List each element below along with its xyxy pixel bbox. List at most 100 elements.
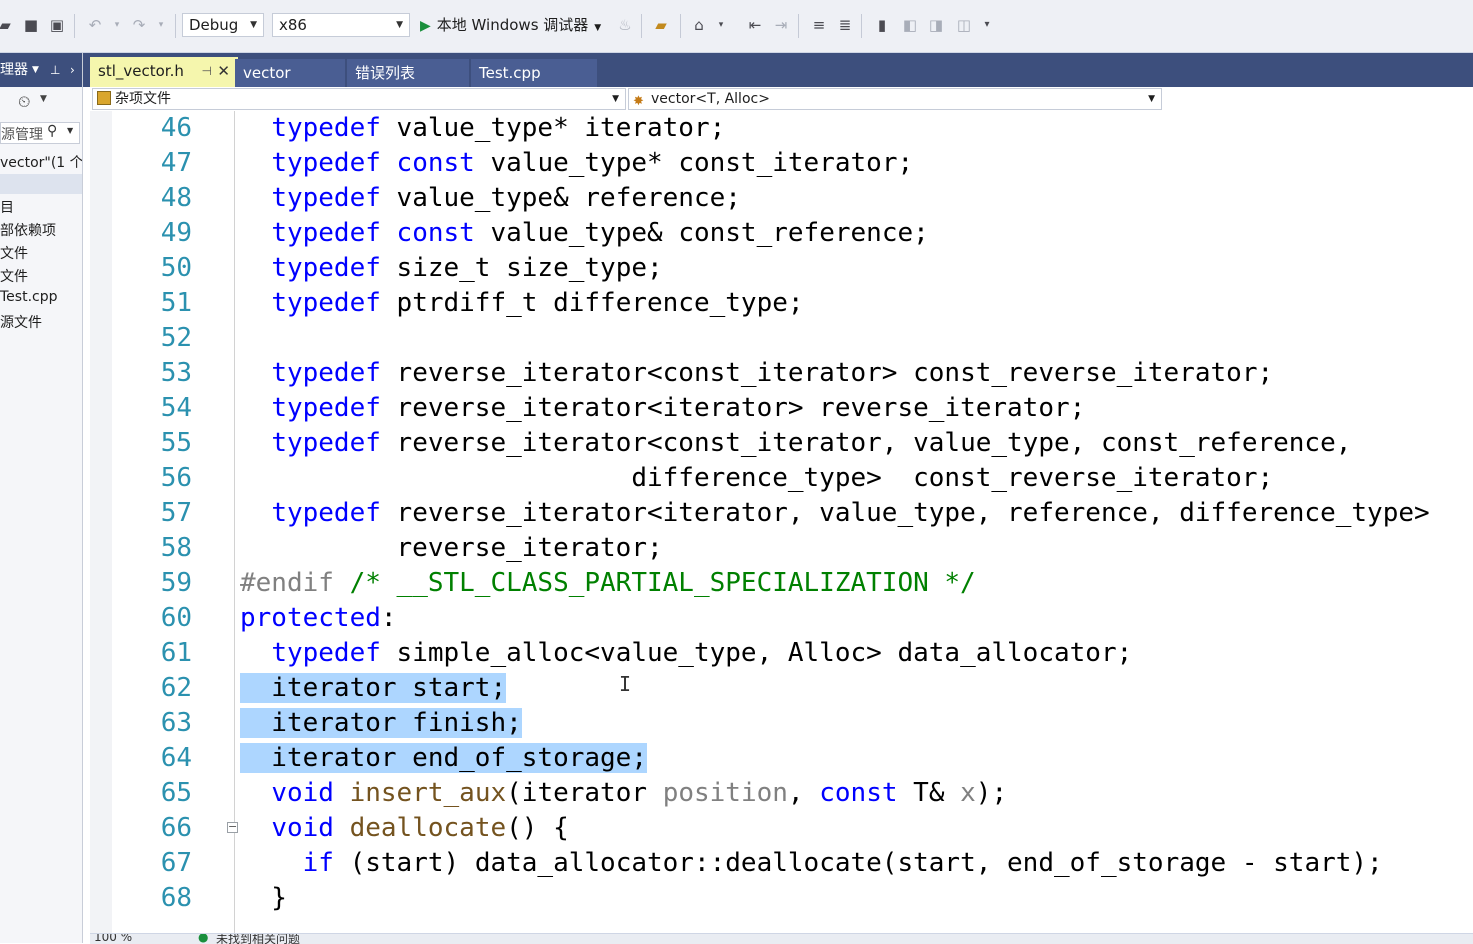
chevron-down-icon[interactable]: ▾ — [710, 14, 732, 36]
code-line[interactable]: 60 protected: — [112, 601, 1473, 636]
toolbar-separator — [798, 14, 799, 38]
chevron-down-icon: ▼ — [612, 94, 619, 104]
redo-dropdown-icon[interactable]: ▾ — [150, 14, 172, 36]
code-line[interactable]: 62 iterator start; — [112, 671, 1473, 706]
issues-status[interactable]: 未找到相关问题 — [216, 934, 300, 944]
code-line[interactable]: 61 typedef simple_alloc<value_type, Allo… — [112, 636, 1473, 671]
line-number: 64 — [160, 743, 192, 773]
chevron-down-icon: ▼ — [396, 20, 403, 30]
tab-vector[interactable]: vector — [235, 59, 345, 87]
redo-icon[interactable]: ↷ — [128, 14, 150, 36]
code-line[interactable]: 47 typedef const value_type* const_itera… — [112, 146, 1473, 181]
history-icon[interactable]: ⏲ — [18, 92, 30, 112]
platform-value: x86 — [279, 16, 307, 34]
tab-stl-vector-h[interactable]: stl_vector.h ⊣ ✕ — [90, 57, 238, 87]
code-line[interactable]: 57 typedef reverse_iterator<iterator, va… — [112, 496, 1473, 531]
code-line[interactable]: 52 — [112, 321, 1473, 356]
tree-item[interactable]: 目 — [0, 197, 82, 217]
code-line[interactable]: 58 reverse_iterator; — [112, 531, 1473, 566]
tab-test-cpp[interactable]: Test.cpp — [471, 59, 597, 87]
tree-item[interactable]: 源文件 — [0, 312, 82, 332]
keyword-token: protected — [240, 603, 381, 633]
code-line[interactable]: 48 typedef value_type& reference; — [112, 181, 1473, 216]
code-line[interactable]: 49 typedef const value_type& const_refer… — [112, 216, 1473, 251]
code-token: () { — [506, 813, 569, 843]
home-icon[interactable]: ⌂ — [688, 14, 710, 36]
start-debugger-button[interactable]: ▶ 本地 Windows 调试器 ▼ — [420, 13, 601, 37]
tree-item-solution[interactable]: vector"(1 个 — [0, 152, 82, 172]
code-line[interactable]: 56 difference_type> const_reverse_iterat… — [112, 461, 1473, 496]
panel-title: 理器 — [0, 62, 28, 78]
code-line[interactable]: 59 #endif /* __STL_CLASS_PARTIAL_SPECIALI… — [112, 566, 1473, 601]
code-line[interactable]: 46 typedef value_type* iterator; — [112, 111, 1473, 146]
member-dropdown[interactable]: ✸ vector<T, Alloc> ▼ — [628, 88, 1162, 110]
chevron-right-icon[interactable]: › — [70, 53, 75, 87]
tree-item[interactable]: 文件 — [0, 243, 82, 263]
line-number: 59 — [160, 568, 192, 598]
line-source: typedef simple_alloc<value_type, Alloc> … — [240, 636, 1132, 671]
tab-label: 错误列表 — [355, 64, 416, 82]
selected-text: iterator end_of_storage; — [240, 743, 647, 773]
save-all-icon[interactable]: ▣ — [46, 14, 68, 36]
line-source: iterator end_of_storage; — [240, 741, 647, 776]
indent-icon[interactable]: ≡ — [808, 14, 830, 36]
code-line[interactable]: 63 iterator finish; — [112, 706, 1473, 741]
line-source: #endif /* __STL_CLASS_PARTIAL_SPECIALIZA… — [240, 566, 976, 601]
code-token: (iterator — [506, 778, 663, 808]
line-source: } — [240, 881, 287, 916]
undo-icon[interactable]: ↶ — [84, 14, 106, 36]
code-line[interactable]: 51 typedef ptrdiff_t difference_type; — [112, 286, 1473, 321]
search-box[interactable]: 源管理 ⚲ ▼ — [0, 122, 80, 144]
step-back-icon[interactable]: ⇥ — [770, 14, 792, 36]
config-dropdown[interactable]: Debug ▼ — [182, 13, 264, 37]
chevron-down-icon[interactable]: ▼ — [32, 53, 39, 87]
folder-find-icon[interactable]: ▰ — [650, 14, 672, 36]
code-line[interactable]: 67 if (start) data_allocator::deallocate… — [112, 846, 1473, 881]
prev-bookmark-icon[interactable]: ◧ — [899, 14, 921, 36]
undo-dropdown-icon[interactable]: ▾ — [106, 14, 128, 36]
tree-item[interactable]: 文件 — [0, 266, 82, 286]
platform-dropdown[interactable]: x86 ▼ — [272, 13, 410, 37]
code-line[interactable]: 54 typedef reverse_iterator<iterator> re… — [112, 391, 1473, 426]
keyword-token: typedef — [271, 498, 381, 528]
toolbar: ▰ ■ ▣ ↶ ▾ ↷ ▾ Debug ▼ x86 ▼ ▶ 本地 Windows … — [0, 0, 1473, 53]
close-icon[interactable]: ✕ — [217, 57, 230, 85]
tree-item[interactable]: 部依赖项 — [0, 220, 82, 240]
clear-bookmark-icon[interactable]: ◫ — [953, 14, 975, 36]
zoom-level[interactable]: 100 % — [94, 934, 132, 944]
code-line[interactable]: 50 typedef size_t size_type; — [112, 251, 1473, 286]
tab-label: Test.cpp — [479, 64, 541, 82]
code-line[interactable]: 53 typedef reverse_iterator<const_iterat… — [112, 356, 1473, 391]
step-icon[interactable]: ⇤ — [744, 14, 766, 36]
code-line[interactable]: 65 void insert_aux(iterator position, co… — [112, 776, 1473, 811]
chevron-down-icon[interactable]: ▼ — [40, 94, 47, 104]
keyword-token: const — [396, 218, 475, 248]
code-token: difference_type> const_reverse_iterator; — [240, 463, 1274, 493]
save-icon[interactable]: ■ — [20, 14, 42, 36]
next-bookmark-icon[interactable]: ◨ — [925, 14, 947, 36]
tree-item-test-cpp[interactable]: Test.cpp — [0, 289, 82, 305]
code-token: value_type& reference; — [380, 183, 741, 213]
outdent-icon[interactable]: ≣ — [834, 14, 856, 36]
code-line[interactable]: 66 void deallocate() { — [112, 811, 1473, 846]
code-line[interactable]: 68 } — [112, 881, 1473, 916]
pin-icon[interactable]: ⊣ — [202, 57, 212, 85]
toolbar-separator — [641, 14, 642, 38]
collapse-icon[interactable]: − — [227, 821, 238, 833]
open-folder-icon[interactable]: ▰ — [0, 14, 16, 36]
pin-icon[interactable]: ⊥ — [50, 53, 60, 87]
tree-item-selected[interactable] — [0, 174, 82, 194]
code-token: } — [240, 883, 287, 913]
tab-error-list[interactable]: 错误列表 — [347, 59, 469, 87]
code-line[interactable]: 55 typedef reverse_iterator<const_iterat… — [112, 426, 1473, 461]
bookmark-icon[interactable]: ▮ — [871, 14, 893, 36]
scope-dropdown[interactable]: 杂项文件 ▼ — [92, 88, 626, 110]
code-line[interactable]: 64 iterator end_of_storage; — [112, 741, 1473, 776]
fire-icon[interactable]: ♨ — [614, 14, 636, 36]
overflow-icon[interactable]: ▾ — [976, 14, 998, 36]
